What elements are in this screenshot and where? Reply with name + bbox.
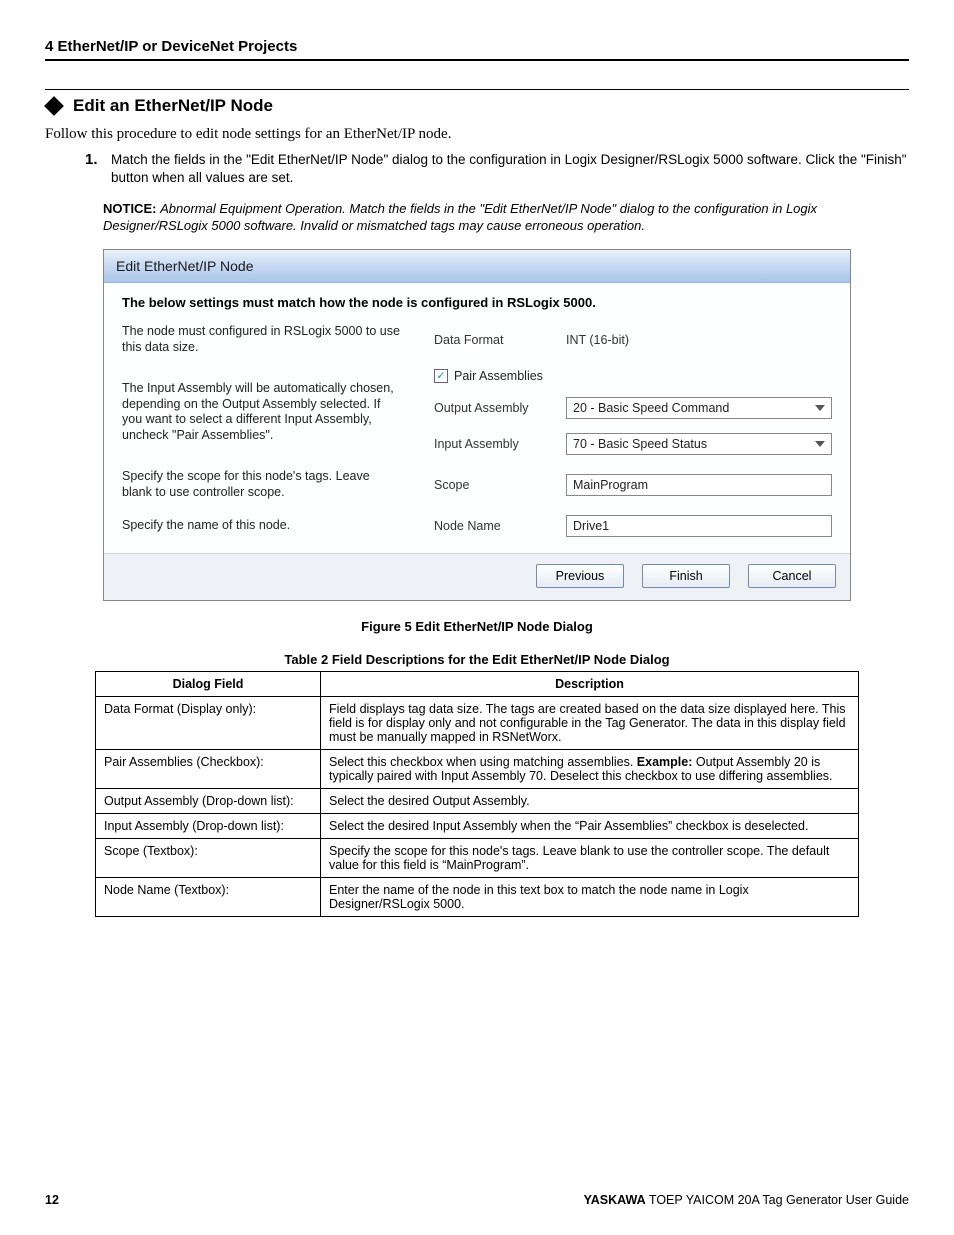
node-name-label: Node Name	[434, 519, 554, 533]
table-cell-field: Pair Assemblies (Checkbox):	[96, 749, 321, 788]
input-assembly-label: Input Assembly	[434, 437, 554, 451]
node-name-value: Drive1	[573, 519, 609, 533]
page-number: 12	[45, 1193, 59, 1207]
pair-assemblies-desc: The Input Assembly will be automatically…	[122, 381, 402, 444]
step-number: 1.	[85, 151, 103, 187]
table-cell-field: Data Format (Display only):	[96, 696, 321, 749]
table-header-desc: Description	[321, 671, 859, 696]
table-cell-desc: Select the desired Output Assembly.	[321, 788, 859, 813]
dialog-footer: Previous Finish Cancel	[104, 553, 850, 600]
finish-button[interactable]: Finish	[642, 564, 730, 588]
scope-desc: Specify the scope for this node's tags. …	[122, 469, 402, 500]
scope-value: MainProgram	[573, 478, 648, 492]
scope-label: Scope	[434, 478, 554, 492]
notice-body: Abnormal Equipment Operation. Match the …	[103, 201, 817, 233]
notice-label: NOTICE:	[103, 201, 156, 216]
dialog-instruction: The below settings must match how the no…	[122, 295, 832, 310]
table-row: Node Name (Textbox): Enter the name of t…	[96, 877, 859, 916]
table-row: Output Assembly (Drop-down list): Select…	[96, 788, 859, 813]
data-format-desc: The node must configured in RSLogix 5000…	[122, 324, 402, 355]
subsection-title: Edit an EtherNet/IP Node	[73, 96, 273, 116]
table-row: Pair Assemblies (Checkbox): Select this …	[96, 749, 859, 788]
table-row: Scope (Textbox): Specify the scope for t…	[96, 838, 859, 877]
subsection-rule	[45, 89, 909, 90]
table-cell-desc: Select this checkbox when using matching…	[321, 749, 859, 788]
data-format-value: INT (16-bit)	[566, 333, 832, 347]
table-cell-field: Input Assembly (Drop-down list):	[96, 813, 321, 838]
figure-caption: Figure 5 Edit EtherNet/IP Node Dialog	[45, 619, 909, 634]
chevron-down-icon	[815, 441, 825, 447]
table-cell-desc: Enter the name of the node in this text …	[321, 877, 859, 916]
edit-ethernet-node-dialog: Edit EtherNet/IP Node The below settings…	[103, 249, 851, 601]
table-cell-field: Node Name (Textbox):	[96, 877, 321, 916]
table-cell-desc: Field displays tag data size. The tags a…	[321, 696, 859, 749]
output-assembly-dropdown[interactable]: 20 - Basic Speed Command	[566, 397, 832, 419]
table-cell-desc: Select the desired Input Assembly when t…	[321, 813, 859, 838]
node-name-input[interactable]: Drive1	[566, 515, 832, 537]
table-cell-field: Output Assembly (Drop-down list):	[96, 788, 321, 813]
cancel-button[interactable]: Cancel	[748, 564, 836, 588]
data-format-label: Data Format	[434, 333, 554, 347]
previous-button[interactable]: Previous	[536, 564, 624, 588]
input-assembly-value: 70 - Basic Speed Status	[573, 437, 707, 451]
output-assembly-value: 20 - Basic Speed Command	[573, 401, 729, 415]
diamond-icon	[44, 96, 64, 116]
pair-assemblies-checkbox[interactable]: ✓	[434, 369, 448, 383]
table-cell-desc: Specify the scope for this node's tags. …	[321, 838, 859, 877]
step-text: Match the fields in the "Edit EtherNet/I…	[111, 151, 909, 187]
dialog-title: Edit EtherNet/IP Node	[104, 250, 850, 283]
section-divider	[45, 59, 909, 61]
notice-block: NOTICE: Abnormal Equipment Operation. Ma…	[103, 201, 909, 235]
scope-input[interactable]: MainProgram	[566, 474, 832, 496]
table-header-field: Dialog Field	[96, 671, 321, 696]
pair-assemblies-check-label: Pair Assemblies	[454, 369, 543, 383]
page-footer: 12 YASKAWA TOEP YAICOM 20A Tag Generator…	[45, 1193, 909, 1207]
table-caption: Table 2 Field Descriptions for the Edit …	[45, 652, 909, 667]
section-header: 4 EtherNet/IP or DeviceNet Projects	[45, 38, 909, 55]
table-row: Input Assembly (Drop-down list): Select …	[96, 813, 859, 838]
step-1: 1. Match the fields in the "Edit EtherNe…	[85, 151, 909, 187]
table-row: Data Format (Display only): Field displa…	[96, 696, 859, 749]
table-cell-field: Scope (Textbox):	[96, 838, 321, 877]
input-assembly-dropdown[interactable]: 70 - Basic Speed Status	[566, 433, 832, 455]
chevron-down-icon	[815, 405, 825, 411]
output-assembly-label: Output Assembly	[434, 401, 554, 415]
intro-paragraph: Follow this procedure to edit node setti…	[45, 126, 909, 143]
subsection-heading: Edit an EtherNet/IP Node	[45, 96, 909, 116]
footer-doc-title: YASKAWA TOEP YAICOM 20A Tag Generator Us…	[584, 1193, 909, 1207]
field-descriptions-table: Dialog Field Description Data Format (Di…	[95, 671, 859, 917]
footer-brand: YASKAWA	[584, 1193, 646, 1207]
node-name-desc: Specify the name of this node.	[122, 518, 402, 534]
